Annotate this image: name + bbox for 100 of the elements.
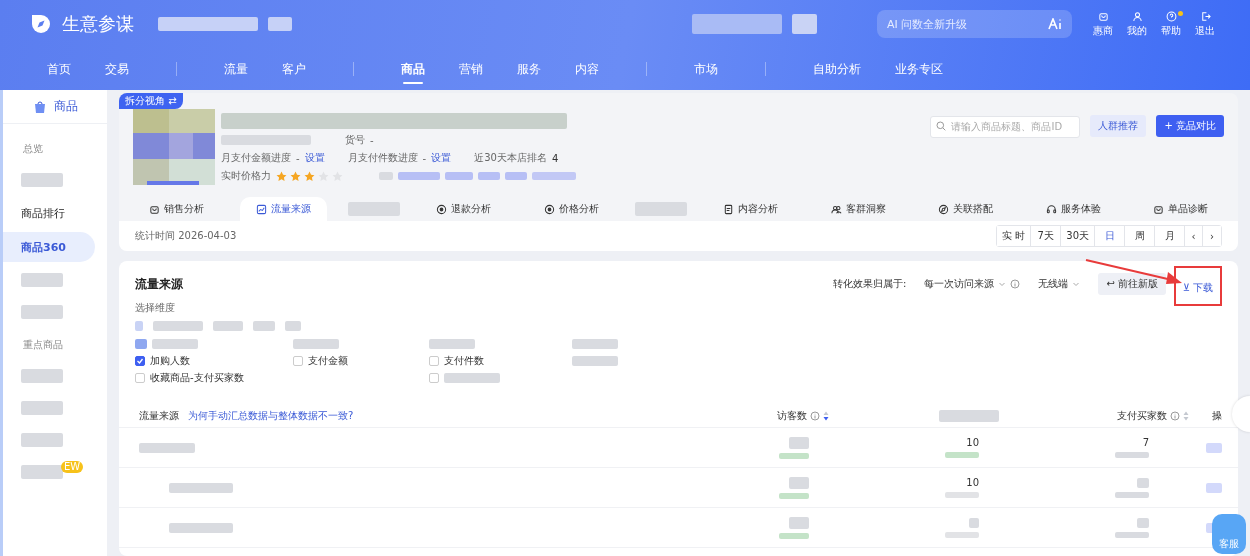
redacted-block bbox=[21, 369, 63, 383]
settings-link[interactable]: 设置 bbox=[431, 151, 452, 165]
nav-tab[interactable]: 业务专区 bbox=[878, 48, 960, 90]
redacted-block bbox=[789, 436, 809, 449]
redacted-block bbox=[779, 452, 809, 459]
redacted-block bbox=[293, 338, 339, 349]
metric-option[interactable]: 加购人数 bbox=[135, 354, 293, 367]
target-icon bbox=[543, 203, 555, 215]
analysis-tab[interactable]: 内容分析 bbox=[707, 197, 795, 221]
settings-link[interactable]: 设置 bbox=[304, 151, 325, 165]
redacted-block bbox=[779, 532, 809, 539]
users-icon bbox=[830, 203, 842, 215]
redacted-block bbox=[939, 409, 999, 422]
analysis-tab[interactable]: 关联搭配 bbox=[922, 197, 1010, 221]
section-title: 流量来源 bbox=[135, 275, 183, 293]
sidebar-group-label: 重点商品 bbox=[22, 338, 64, 352]
column-header: 支付买家数 bbox=[1117, 408, 1167, 423]
split-view-tag[interactable]: 拆分视角 ⇄ bbox=[119, 93, 183, 109]
column-header: 操 bbox=[1212, 408, 1222, 423]
caret-icon bbox=[1072, 280, 1081, 288]
sort-icon[interactable] bbox=[823, 410, 829, 421]
redacted-block bbox=[285, 321, 301, 331]
new-badge: EW bbox=[61, 461, 84, 473]
redacted-block bbox=[135, 321, 143, 331]
logout-icon bbox=[1199, 10, 1211, 22]
trend-icon bbox=[256, 203, 268, 215]
help-link[interactable]: 为何手动汇总数据与整体数据不一致? bbox=[188, 408, 354, 423]
analysis-tab[interactable]: 流量来源 bbox=[240, 197, 328, 221]
analysis-tab[interactable]: 退款分析 bbox=[420, 197, 508, 221]
metric-option[interactable]: 支付金额 bbox=[293, 354, 429, 367]
headset-icon bbox=[1045, 203, 1057, 215]
logout-button[interactable]: 退出 bbox=[1190, 10, 1220, 38]
shop-button[interactable]: 惠商 bbox=[1088, 10, 1118, 38]
nav-tab[interactable]: 流量 bbox=[207, 48, 265, 90]
help-icon bbox=[1165, 10, 1177, 22]
compare-button[interactable]: + 竞品对比 bbox=[1156, 115, 1224, 137]
redacted-block bbox=[21, 465, 63, 479]
column-header: 访客数 bbox=[777, 408, 807, 423]
redacted-block bbox=[1115, 531, 1149, 538]
analysis-tab[interactable]: 单品诊断 bbox=[1136, 197, 1224, 221]
redacted-block bbox=[1137, 477, 1149, 488]
sidebar-item[interactable]: 商品排行 bbox=[3, 198, 95, 228]
redacted-block bbox=[268, 17, 292, 31]
redacted-block bbox=[1137, 517, 1149, 528]
redacted-block bbox=[139, 443, 195, 453]
logo-icon bbox=[30, 13, 52, 35]
document-icon bbox=[723, 203, 735, 215]
table-cell: 7 bbox=[1142, 437, 1149, 448]
info-icon bbox=[1170, 410, 1180, 421]
crowd-recommend-button[interactable]: 人群推荐 bbox=[1090, 115, 1147, 137]
table-cell: 10 bbox=[966, 437, 979, 448]
nav-tab[interactable]: 自助分析 bbox=[796, 48, 878, 90]
rank-value: 4 bbox=[551, 152, 559, 164]
checkbox[interactable] bbox=[135, 355, 145, 366]
attribution-select[interactable]: 每一次访问来源 bbox=[924, 277, 1021, 291]
nav-tab[interactable]: 交易 bbox=[88, 48, 146, 90]
nav-tab[interactable]: 商品 bbox=[384, 48, 442, 90]
redacted-block bbox=[1115, 491, 1149, 498]
progress-value: - bbox=[422, 152, 427, 164]
account-button[interactable]: 我的 bbox=[1122, 10, 1152, 38]
redacted-block bbox=[572, 338, 618, 349]
sidebar-title: 商品 bbox=[54, 98, 78, 115]
search-icon bbox=[936, 121, 947, 131]
help-button[interactable]: 帮助 bbox=[1156, 10, 1186, 38]
redacted-block bbox=[444, 372, 500, 383]
terminal-select[interactable]: 无线端 bbox=[1038, 277, 1081, 291]
new-version-button[interactable]: ↩ 前往新版 bbox=[1098, 273, 1166, 295]
redacted-block bbox=[21, 433, 63, 447]
nav-tab[interactable]: 首页 bbox=[30, 48, 88, 90]
nav-tab[interactable]: 市场 bbox=[677, 48, 735, 90]
analysis-tab[interactable]: 服务体验 bbox=[1029, 197, 1117, 221]
product-search-field[interactable]: 请输入商品标题、商品ID bbox=[930, 115, 1081, 138]
compass-icon bbox=[938, 203, 950, 215]
redacted-block bbox=[792, 14, 817, 34]
redacted-block bbox=[945, 531, 979, 538]
metric-option[interactable]: 收藏商品-支付买家数 bbox=[135, 371, 293, 384]
caret-icon bbox=[998, 280, 1007, 288]
period-button[interactable]: 实 时 bbox=[997, 226, 1032, 246]
analysis-tab[interactable]: 客群洞察 bbox=[814, 197, 902, 221]
redacted-block bbox=[429, 338, 475, 349]
metric-option[interactable]: 支付件数 bbox=[429, 354, 572, 367]
price-power-label: 实时价格力 bbox=[221, 169, 271, 183]
nav-tab[interactable]: 营销 bbox=[442, 48, 500, 90]
redacted-block bbox=[945, 492, 979, 498]
ai-icon bbox=[1048, 18, 1064, 30]
stat-time: 统计时间 2026-04-03 bbox=[135, 229, 237, 243]
analysis-tab[interactable]: 销售分析 bbox=[133, 197, 220, 221]
download-button[interactable]: ⊻ 下载 bbox=[1176, 277, 1220, 299]
redacted-block bbox=[1206, 482, 1222, 493]
redacted-block bbox=[169, 483, 233, 493]
redacted-block bbox=[532, 172, 576, 180]
redacted-block bbox=[969, 517, 979, 528]
redacted-block bbox=[789, 476, 809, 489]
analysis-tab[interactable]: 价格分析 bbox=[527, 197, 615, 221]
nav-tab[interactable]: 客户 bbox=[265, 48, 323, 90]
redacted-block bbox=[634, 202, 687, 216]
redacted-block bbox=[379, 172, 393, 180]
redacted-block bbox=[945, 452, 979, 458]
redacted-block bbox=[1115, 452, 1149, 458]
sidebar-item[interactable]: 商品360 bbox=[3, 232, 95, 262]
